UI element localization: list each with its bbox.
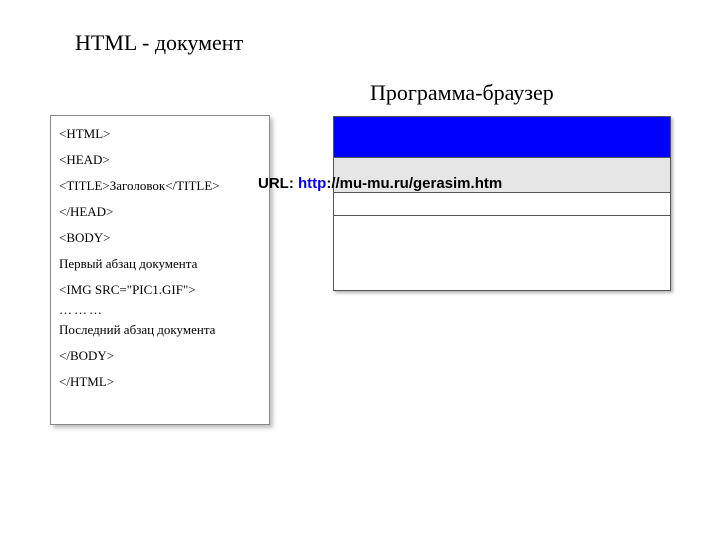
url-label: URL: http://mu-mu.ru/gerasim.htm <box>258 175 502 192</box>
browser-content-area <box>334 216 670 290</box>
browser-titlebar <box>334 117 670 158</box>
source-line: Первый абзац документа <box>59 256 261 272</box>
source-line: <TITLE>Заголовок</TITLE> <box>59 178 261 194</box>
source-line: <HEAD> <box>59 152 261 168</box>
url-protocol: http <box>298 175 326 192</box>
url-rest: ://mu-mu.ru/gerasim.htm <box>326 175 502 192</box>
source-line: </HTML> <box>59 374 261 390</box>
url-prefix: URL: <box>258 175 298 192</box>
html-source-panel: <HTML> <HEAD> <TITLE>Заголовок</TITLE> <… <box>50 115 270 425</box>
source-line: </HEAD> <box>59 204 261 220</box>
browser-toolbar <box>334 193 670 216</box>
source-line: <HTML> <box>59 126 261 142</box>
source-line: </BODY> <box>59 348 261 364</box>
browser-window <box>333 116 671 291</box>
source-line-dots: ……… <box>59 302 261 318</box>
heading-browser-program: Программа-браузер <box>370 80 554 106</box>
source-line: <BODY> <box>59 230 261 246</box>
source-line: <IMG SRC="PIC1.GIF"> <box>59 282 261 298</box>
source-line: Последний абзац документа <box>59 322 261 338</box>
heading-html-document: HTML - документ <box>75 30 243 56</box>
